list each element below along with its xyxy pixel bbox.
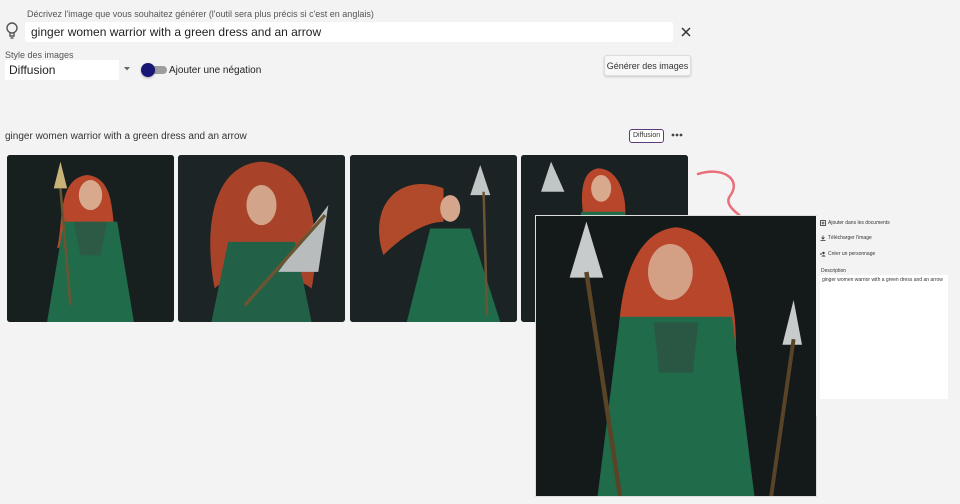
download-image-button[interactable]: Télécharger l'image — [820, 235, 872, 241]
download-image-label: Télécharger l'image — [828, 235, 872, 241]
result-title: ginger women warrior with a green dress … — [5, 131, 247, 142]
prompt-input[interactable] — [25, 22, 673, 42]
more-options-icon[interactable] — [670, 130, 684, 140]
generate-button[interactable]: Générer des images — [604, 55, 691, 76]
description-field[interactable]: ginger women warrior with a green dress … — [820, 275, 948, 399]
caret-down-icon[interactable] — [123, 66, 131, 72]
style-badge: Diffusion — [629, 129, 665, 143]
style-label: Style des images — [5, 50, 74, 60]
add-to-documents-label: Ajouter dans les documents — [828, 220, 890, 226]
add-person-icon — [820, 251, 826, 257]
add-document-icon — [820, 220, 826, 226]
generated-image-1[interactable] — [7, 155, 174, 322]
negation-label: Ajouter une négation — [169, 65, 262, 76]
create-character-label: Créer un personnage — [828, 251, 876, 257]
close-icon[interactable] — [679, 25, 693, 39]
generated-image-3[interactable] — [350, 155, 517, 322]
generated-image-2[interactable] — [178, 155, 345, 322]
description-label: Description — [821, 268, 847, 274]
enlarged-image — [536, 216, 816, 496]
negation-toggle[interactable] — [141, 63, 167, 77]
image-actions-panel: Ajouter dans les documents Télécharger l… — [816, 216, 960, 416]
lightbulb-icon — [6, 22, 18, 39]
add-to-documents-button[interactable]: Ajouter dans les documents — [820, 220, 890, 226]
toggle-knob — [141, 63, 155, 77]
create-character-button[interactable]: Créer un personnage — [820, 251, 875, 257]
prompt-label: Décrivez l'image que vous souhaitez géné… — [27, 9, 374, 19]
style-select[interactable]: Diffusion — [5, 60, 119, 80]
download-icon — [820, 235, 826, 241]
